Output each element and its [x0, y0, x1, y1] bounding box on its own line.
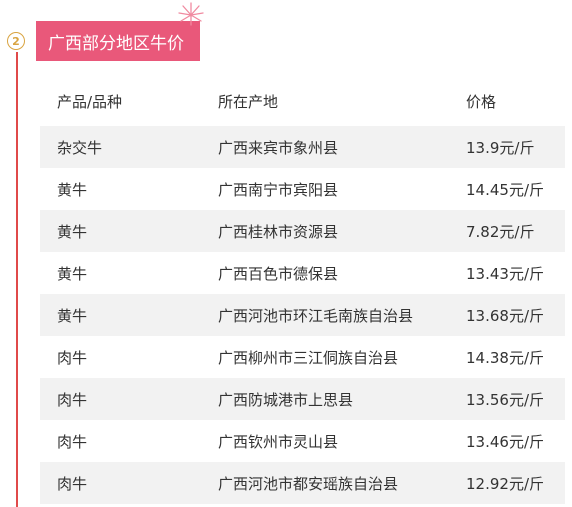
cell-product: 肉牛 — [57, 348, 88, 367]
cell-product: 杂交牛 — [57, 138, 103, 157]
cell-origin: 广西防城港市上思县 — [218, 390, 354, 409]
table-row: 黄牛 广西百色市德保县 13.43元/斤 — [40, 252, 565, 294]
cell-price: 13.68元/斤 — [466, 306, 544, 325]
header-origin: 所在产地 — [218, 92, 279, 111]
cell-price: 14.45元/斤 — [466, 180, 544, 199]
header-product: 产品/品种 — [57, 92, 123, 111]
table-row: 肉牛 广西柳州市三江侗族自治县 14.38元/斤 — [40, 336, 565, 378]
cell-origin: 广西桂林市资源县 — [218, 222, 339, 241]
cell-product: 肉牛 — [57, 390, 88, 409]
cell-origin: 广西钦州市灵山县 — [218, 432, 339, 451]
cell-price: 7.82元/斤 — [466, 222, 535, 241]
cell-price: 13.43元/斤 — [466, 264, 544, 283]
cell-origin: 广西百色市德保县 — [218, 264, 339, 283]
price-table: 产品/品种 所在产地 价格 杂交牛 广西来宾市象州县 13.9元/斤黄牛 广西南宁市宾… — [40, 80, 565, 504]
cell-product: 黄牛 — [57, 264, 88, 283]
table-row: 黄牛 广西南宁市宾阳县 14.45元/斤 — [40, 168, 565, 210]
table-row: 肉牛 广西防城港市上思县 13.56元/斤 — [40, 378, 565, 420]
cell-price: 12.92元/斤 — [466, 474, 544, 493]
header-price: 价格 — [466, 92, 497, 111]
cell-origin: 广西河池市都安瑶族自治县 — [218, 474, 399, 493]
cell-origin: 广西河池市环江毛南族自治县 — [218, 306, 414, 325]
cell-origin: 广西柳州市三江侗族自治县 — [218, 348, 399, 367]
cell-product: 黄牛 — [57, 306, 88, 325]
cell-product: 肉牛 — [57, 474, 88, 493]
timeline-rail — [16, 52, 18, 507]
table-row: 黄牛 广西桂林市资源县 7.82元/斤 — [40, 210, 565, 252]
firework-icon — [178, 2, 204, 26]
cell-product: 黄牛 — [57, 180, 88, 199]
table-row: 肉牛 广西河池市都安瑶族自治县 12.92元/斤 — [40, 462, 565, 504]
cell-price: 13.9元/斤 — [466, 138, 535, 157]
section-number-badge: 2 — [7, 32, 25, 50]
table-row: 杂交牛 广西来宾市象州县 13.9元/斤 — [40, 126, 565, 168]
cell-product: 黄牛 — [57, 222, 88, 241]
cell-price: 13.56元/斤 — [466, 390, 544, 409]
table-row: 黄牛 广西河池市环江毛南族自治县 13.68元/斤 — [40, 294, 565, 336]
cell-price: 13.46元/斤 — [466, 432, 544, 451]
table-header: 产品/品种 所在产地 价格 — [40, 80, 565, 122]
cell-product: 肉牛 — [57, 432, 88, 451]
cell-origin: 广西南宁市宾阳县 — [218, 180, 339, 199]
cell-origin: 广西来宾市象州县 — [218, 138, 339, 157]
table-row: 肉牛 广西钦州市灵山县 13.46元/斤 — [40, 420, 565, 462]
cell-price: 14.38元/斤 — [466, 348, 544, 367]
